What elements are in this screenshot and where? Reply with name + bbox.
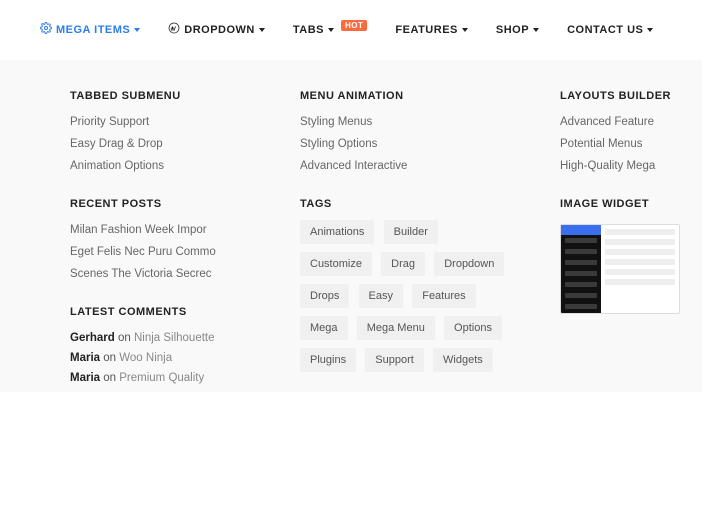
tag[interactable]: Mega xyxy=(300,316,348,340)
tag-cloud: Animations Builder Customize Drag Dropdo… xyxy=(300,220,520,380)
top-nav: MEGA ITEMS DROPDOWN TABS HOT FEATURES SH… xyxy=(0,0,702,60)
chevron-down-icon xyxy=(259,28,265,32)
chevron-down-icon xyxy=(462,28,468,32)
heading-tabbed: TABBED SUBMENU xyxy=(70,90,260,102)
chevron-down-icon xyxy=(134,28,140,32)
nav-dropdown[interactable]: DROPDOWN xyxy=(168,22,265,37)
tag[interactable]: Widgets xyxy=(433,348,493,372)
tag[interactable]: Features xyxy=(412,284,475,308)
heading-menu-animation: MENU ANIMATION xyxy=(300,90,520,102)
col-tabbed: TABBED SUBMENU Priority Support Easy Dra… xyxy=(70,90,260,392)
preview-main xyxy=(601,225,679,313)
tag[interactable]: Builder xyxy=(384,220,438,244)
tag[interactable]: Easy xyxy=(359,284,403,308)
comment-on: on xyxy=(118,332,131,344)
tag[interactable]: Animations xyxy=(300,220,374,244)
nav-dropdown-label: DROPDOWN xyxy=(184,24,255,36)
nav-features-label: FEATURES xyxy=(395,24,457,36)
link-advanced-interactive[interactable]: Advanced Interactive xyxy=(300,160,520,172)
comment-author: Maria xyxy=(70,372,100,384)
tag[interactable]: Drops xyxy=(300,284,349,308)
col-menu-animation: MENU ANIMATION Styling Menus Styling Opt… xyxy=(300,90,520,392)
col-layouts: LAYOUTS BUILDER Advanced Feature Potenti… xyxy=(560,90,702,392)
post-link[interactable]: Milan Fashion Week Impor xyxy=(70,224,260,236)
chevron-down-icon xyxy=(328,28,334,32)
tag[interactable]: Drag xyxy=(381,252,425,276)
link-fragment[interactable]: s xyxy=(0,160,30,172)
heading-recent-posts: RECENT POSTS xyxy=(70,198,260,210)
comment-target: Ninja Silhouette xyxy=(134,332,215,344)
post-link[interactable]: Eget Felis Nec Puru Commo xyxy=(70,246,260,258)
nav-contact-label: CONTACT US xyxy=(567,24,643,36)
link-potential-menus[interactable]: Potential Menus xyxy=(560,138,702,150)
comment-target: Woo Ninja xyxy=(119,352,172,364)
image-widget-preview[interactable] xyxy=(560,224,680,314)
tag[interactable]: Options xyxy=(444,316,502,340)
chevron-down-icon xyxy=(647,28,653,32)
hot-badge: HOT xyxy=(341,20,367,31)
comment-item[interactable]: Gerhard on Ninja Silhouette xyxy=(70,332,260,344)
preview-sidebar xyxy=(561,225,601,313)
nav-tabs-label: TABS xyxy=(293,24,324,36)
wordpress-icon xyxy=(168,22,180,37)
heading-fragment: TION xyxy=(0,90,30,102)
comment-author: Maria xyxy=(70,352,100,364)
link-styling-menus[interactable]: Styling Menus xyxy=(300,116,520,128)
col-cropped-left: TION . . s ek Impor xyxy=(0,90,30,392)
comment-item[interactable]: Maria on Premium Quality xyxy=(70,372,260,384)
comment-author: Gerhard xyxy=(70,332,115,344)
nav-tabs[interactable]: TABS HOT xyxy=(293,24,368,36)
nav-shop-label: SHOP xyxy=(496,24,529,36)
mega-panel: TION . . s ek Impor TABBED SUBMENU Prior… xyxy=(0,60,702,392)
heading-layouts-builder: LAYOUTS BUILDER xyxy=(560,90,702,102)
tag[interactable]: Plugins xyxy=(300,348,356,372)
comment-on: on xyxy=(103,352,116,364)
thumb-caption: ek Impor xyxy=(0,322,30,334)
nav-shop[interactable]: SHOP xyxy=(496,24,539,36)
link-priority-support[interactable]: Priority Support xyxy=(70,116,260,128)
gear-icon xyxy=(40,22,52,37)
chevron-down-icon xyxy=(533,28,539,32)
heading-tags: TAGS xyxy=(300,198,520,210)
link-styling-options[interactable]: Styling Options xyxy=(300,138,520,150)
link-animation-options[interactable]: Animation Options xyxy=(70,160,260,172)
tag[interactable]: Mega Menu xyxy=(357,316,435,340)
heading-image-widget: IMAGE WIDGET xyxy=(560,198,702,210)
nav-mega-items[interactable]: MEGA ITEMS xyxy=(40,22,140,37)
nav-contact[interactable]: CONTACT US xyxy=(567,24,653,36)
nav-mega-label: MEGA ITEMS xyxy=(56,24,130,36)
tag[interactable]: Customize xyxy=(300,252,372,276)
post-link[interactable]: Scenes The Victoria Secrec xyxy=(70,268,260,280)
tag[interactable]: Support xyxy=(365,348,424,372)
comment-target: Premium Quality xyxy=(119,372,204,384)
comment-on: on xyxy=(103,372,116,384)
comment-item[interactable]: Maria on Woo Ninja xyxy=(70,352,260,364)
link-easy-drag-drop[interactable]: Easy Drag & Drop xyxy=(70,138,260,150)
nav-features[interactable]: FEATURES xyxy=(395,24,467,36)
heading-latest-comments: LATEST COMMENTS xyxy=(70,306,260,318)
link-advanced-feature[interactable]: Advanced Feature xyxy=(560,116,702,128)
tag[interactable]: Dropdown xyxy=(434,252,504,276)
link-high-quality-mega[interactable]: High-Quality Mega xyxy=(560,160,702,172)
